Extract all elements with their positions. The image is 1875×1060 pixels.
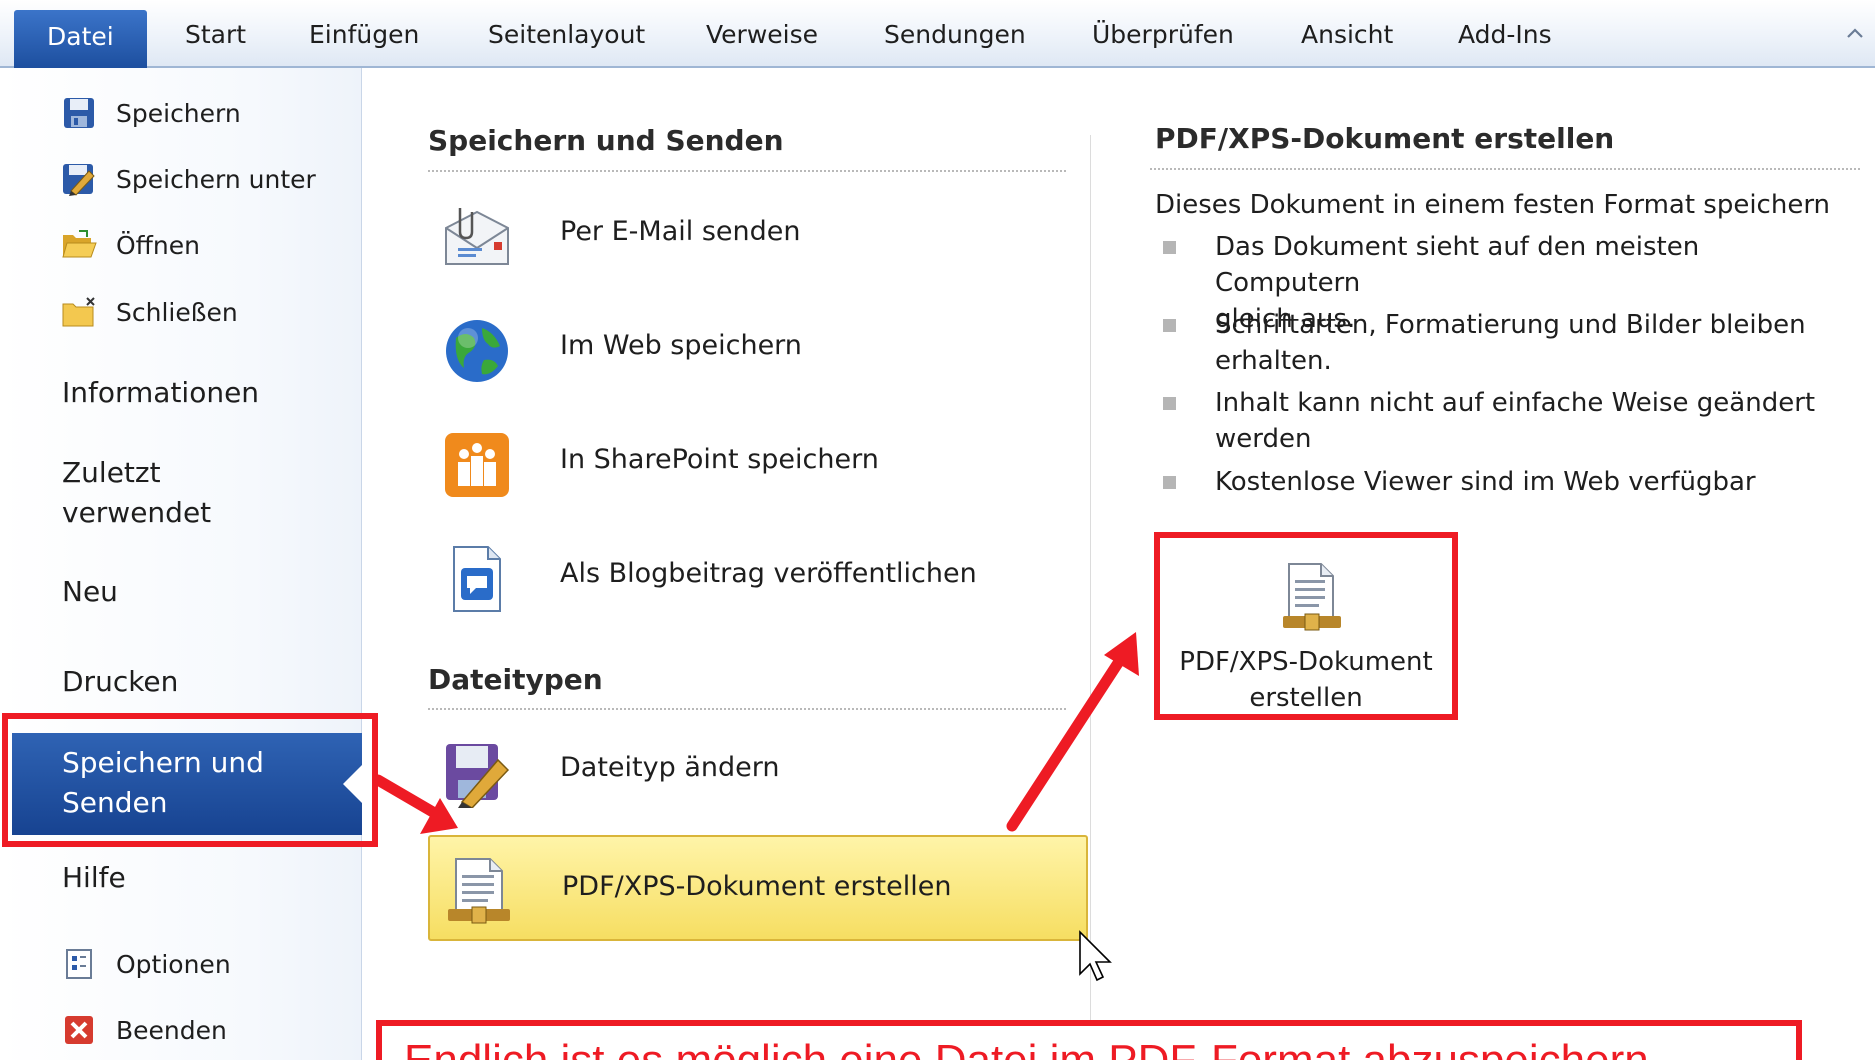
blog-post-icon [453, 546, 501, 612]
section-divider [428, 170, 1066, 172]
nav-label: Beenden [116, 1015, 227, 1045]
pdf-xps-pane-title: PDF/XPS-Dokument erstellen [1155, 122, 1615, 155]
nav-informationen[interactable]: Informationen [62, 373, 259, 413]
close-folder-icon [60, 294, 98, 330]
nav-speichern[interactable]: Speichern [60, 93, 241, 133]
item-label: Per E-Mail senden [560, 216, 801, 247]
button-label: PDF/XPS-Dokument erstellen [1160, 644, 1452, 716]
sharepoint-icon [445, 433, 509, 497]
nav-speichern-unter[interactable]: Speichern unter [60, 159, 316, 199]
exit-icon [60, 1012, 98, 1048]
open-folder-icon [60, 227, 98, 263]
save-icon [60, 95, 98, 131]
nav-schliessen[interactable]: Schließen [60, 292, 238, 332]
section-title-dateitypen: Dateitypen [428, 663, 603, 696]
tab-start[interactable]: Start [185, 20, 246, 49]
bullet-line: Schriftarten, Formatierung und Bilder bl… [1215, 310, 1806, 340]
email-attachment-icon [445, 208, 509, 265]
nav-beenden[interactable]: Beenden [60, 1010, 227, 1050]
column-separator [1090, 135, 1091, 1060]
section-divider [428, 708, 1066, 710]
backstage-nav [0, 68, 362, 1060]
item-label: Im Web speichern [560, 330, 802, 361]
bullet-text: Kostenlose Viewer sind im Web verfügbar [1215, 464, 1835, 500]
item-label: Dateityp ändern [560, 752, 780, 783]
tab-verweise[interactable]: Verweise [706, 20, 818, 49]
nav-label: Speichern [116, 98, 241, 128]
item-per-email-senden[interactable]: Per E-Mail senden [428, 184, 1088, 284]
nav-label: Zuletzt [62, 456, 161, 489]
ribbon-tab-bar: Datei Start Einfügen Seitenlayout Verwei… [0, 0, 1875, 68]
pdf-xps-erstellen-button[interactable]: PDF/XPS-Dokument erstellen [1154, 532, 1458, 720]
nav-zuletzt-verwendet[interactable]: Zuletzt verwendet [62, 453, 211, 533]
change-filetype-icon [446, 744, 510, 808]
bullet-marker [1163, 241, 1176, 254]
annotation-highlight-nav [2, 713, 378, 847]
nav-label: Öffnen [116, 230, 200, 260]
minimize-ribbon-icon[interactable] [1845, 26, 1865, 40]
item-label: In SharePoint speichern [560, 444, 879, 475]
nav-label: verwendet [62, 496, 212, 529]
bullet-line: Kostenlose Viewer sind im Web verfügbar [1215, 467, 1756, 497]
bullet-marker [1163, 319, 1176, 332]
tab-ansicht[interactable]: Ansicht [1301, 20, 1393, 49]
tab-seitenlayout[interactable]: Seitenlayout [488, 20, 645, 49]
item-im-web-speichern[interactable]: Im Web speichern [428, 298, 1088, 398]
pdf-xps-icon [1283, 563, 1341, 631]
section-divider [1150, 168, 1860, 170]
tab-add-ins[interactable]: Add-Ins [1458, 20, 1552, 49]
nav-oeffnen[interactable]: Öffnen [60, 225, 200, 265]
save-as-icon [60, 161, 98, 197]
tab-datei[interactable]: Datei [14, 10, 147, 68]
item-in-sharepoint-speichern[interactable]: In SharePoint speichern [428, 412, 1088, 512]
item-als-blogbeitrag[interactable]: Als Blogbeitrag veröffentlichen [428, 526, 1088, 626]
tab-sendungen[interactable]: Sendungen [884, 20, 1026, 49]
tab-ueberpruefen[interactable]: Überprüfen [1092, 20, 1234, 49]
tab-einfuegen[interactable]: Einfügen [309, 20, 419, 49]
annotation-caption-box: Endlich ist es möglich eine Datei im PDF… [376, 1020, 1802, 1060]
bullet-text: Inhalt kann nicht auf einfache Weise geä… [1215, 385, 1835, 457]
item-dateityp-aendern[interactable]: Dateityp ändern [428, 720, 1088, 820]
bullet-line: Inhalt kann nicht auf einfache Weise geä… [1215, 388, 1816, 418]
nav-optionen[interactable]: Optionen [60, 944, 231, 984]
bullet-marker [1163, 397, 1176, 410]
item-pdf-xps-erstellen[interactable]: PDF/XPS-Dokument erstellen [428, 835, 1088, 941]
bullet-marker [1163, 476, 1176, 489]
nav-label: Schließen [116, 297, 238, 327]
bullet-line: werden [1215, 424, 1312, 454]
annotation-caption: Endlich ist es möglich eine Datei im PDF… [404, 1036, 1649, 1060]
nav-drucken[interactable]: Drucken [62, 662, 178, 702]
pdf-xps-intro: Dieses Dokument in einem festen Format s… [1155, 190, 1831, 220]
pdf-xps-icon [448, 858, 510, 924]
bullet-text: Schriftarten, Formatierung und Bilder bl… [1215, 307, 1835, 379]
nav-hilfe[interactable]: Hilfe [62, 858, 126, 898]
nav-neu[interactable]: Neu [62, 572, 118, 612]
bullet-line: erhalten. [1215, 346, 1332, 376]
options-icon [60, 946, 98, 982]
nav-label: Optionen [116, 949, 231, 979]
item-label: Als Blogbeitrag veröffentlichen [560, 558, 977, 589]
button-label-line: erstellen [1249, 683, 1363, 713]
section-title-speichern-senden: Speichern und Senden [428, 124, 784, 157]
bullet-line: Das Dokument sieht auf den meisten Compu… [1215, 232, 1700, 298]
item-label: PDF/XPS-Dokument erstellen [562, 871, 952, 902]
nav-label: Speichern unter [116, 164, 316, 194]
globe-icon [446, 320, 508, 382]
button-label-line: PDF/XPS-Dokument [1179, 647, 1433, 677]
